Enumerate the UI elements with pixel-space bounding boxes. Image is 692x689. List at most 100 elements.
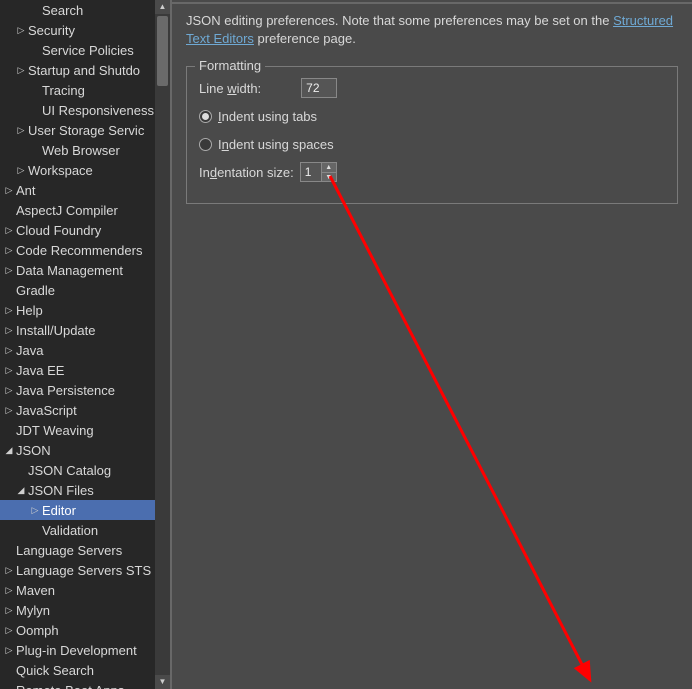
formatting-legend: Formatting <box>195 58 265 73</box>
tree-item-language-servers[interactable]: ▷Language Servers <box>0 540 170 560</box>
expand-right-icon[interactable]: ▷ <box>4 385 14 396</box>
tree-item-label: Install/Update <box>14 323 96 338</box>
expand-right-icon[interactable]: ▷ <box>4 565 14 576</box>
tree-item-label: Quick Search <box>14 663 94 678</box>
tree-item-editor[interactable]: ▷Editor <box>0 500 170 520</box>
tree-item-help[interactable]: ▷Help <box>0 300 170 320</box>
tree-item-label: Ant <box>14 183 36 198</box>
desc-prefix: JSON editing preferences. Note that some… <box>186 13 613 28</box>
tree-item-label: Language Servers STS <box>14 563 151 578</box>
expand-right-icon[interactable]: ▷ <box>4 245 14 256</box>
tree-item-json-files[interactable]: ◢JSON Files <box>0 480 170 500</box>
tree-item-json-catalog[interactable]: ▷JSON Catalog <box>0 460 170 480</box>
tree-item-json[interactable]: ◢JSON <box>0 440 170 460</box>
expand-right-icon[interactable]: ▷ <box>16 165 26 176</box>
tree-item-label: JSON Catalog <box>26 463 111 478</box>
tree-item-mylyn[interactable]: ▷Mylyn <box>0 600 170 620</box>
expand-right-icon[interactable]: ▷ <box>4 185 14 196</box>
expand-right-icon[interactable]: ▷ <box>4 365 14 376</box>
tree-item-install-update[interactable]: ▷Install/Update <box>0 320 170 340</box>
tree-item-jdt-weaving[interactable]: ▷JDT Weaving <box>0 420 170 440</box>
tree-item-label: Search <box>40 3 83 18</box>
spinner-up-button[interactable]: ▲ <box>322 163 336 172</box>
tree-item-label: Java Persistence <box>14 383 115 398</box>
expand-right-icon[interactable]: ▷ <box>4 625 14 636</box>
tree-item-workspace[interactable]: ▷Workspace <box>0 160 170 180</box>
tree-item-data-management[interactable]: ▷Data Management <box>0 260 170 280</box>
formatting-group: Formatting Line width: Indent using tabs… <box>186 66 678 204</box>
tree-item-service-policies[interactable]: ▷Service Policies <box>0 40 170 60</box>
expand-right-icon[interactable]: ▷ <box>4 325 14 336</box>
indent-spaces-radio[interactable] <box>199 138 212 151</box>
tree-item-gradle[interactable]: ▷Gradle <box>0 280 170 300</box>
tree-item-label: Data Management <box>14 263 123 278</box>
tree-item-label: Service Policies <box>40 43 134 58</box>
scrollbar-thumb[interactable] <box>157 16 168 86</box>
tree-item-java-persistence[interactable]: ▷Java Persistence <box>0 380 170 400</box>
tree-item-validation[interactable]: ▷Validation <box>0 520 170 540</box>
tree-item-label: Workspace <box>26 163 93 178</box>
tree-item-label: User Storage Servic <box>26 123 144 138</box>
indent-tabs-label: Indent using tabs <box>218 109 317 124</box>
expand-right-icon[interactable]: ▷ <box>4 405 14 416</box>
line-width-input[interactable] <box>301 78 337 98</box>
tree-item-label: JSON Files <box>26 483 94 498</box>
expand-right-icon[interactable]: ▷ <box>4 345 14 356</box>
expand-right-icon[interactable]: ▷ <box>4 605 14 616</box>
expand-right-icon[interactable]: ▷ <box>4 645 14 656</box>
expand-right-icon[interactable]: ▷ <box>4 305 14 316</box>
tree-item-label: Oomph <box>14 623 59 638</box>
tree-item-label: Web Browser <box>40 143 120 158</box>
tree-item-label: Tracing <box>40 83 85 98</box>
tree-item-label: AspectJ Compiler <box>14 203 118 218</box>
expand-right-icon[interactable]: ▷ <box>16 65 26 76</box>
tree-item-java[interactable]: ▷Java <box>0 340 170 360</box>
indent-tabs-radio[interactable] <box>199 110 212 123</box>
tree-item-label: Editor <box>40 503 76 518</box>
spinner-down-button[interactable]: ▼ <box>322 172 336 181</box>
tree-item-language-servers-sts[interactable]: ▷Language Servers STS <box>0 560 170 580</box>
expand-right-icon[interactable]: ▷ <box>4 225 14 236</box>
tree-item-plug-in-development[interactable]: ▷Plug-in Development <box>0 640 170 660</box>
tree-item-user-storage-servic[interactable]: ▷User Storage Servic <box>0 120 170 140</box>
indentation-size-input[interactable] <box>300 162 322 182</box>
tree-item-quick-search[interactable]: ▷Quick Search <box>0 660 170 680</box>
tree-item-label: JDT Weaving <box>14 423 94 438</box>
tree-item-label: JSON <box>14 443 51 458</box>
tree-item-label: Help <box>14 303 43 318</box>
tree-item-web-browser[interactable]: ▷Web Browser <box>0 140 170 160</box>
tree-item-java-ee[interactable]: ▷Java EE <box>0 360 170 380</box>
tree-item-label: UI Responsiveness <box>40 103 154 118</box>
tree-item-oomph[interactable]: ▷Oomph <box>0 620 170 640</box>
tree-item-code-recommenders[interactable]: ▷Code Recommenders <box>0 240 170 260</box>
tree-item-security[interactable]: ▷Security <box>0 20 170 40</box>
expand-right-icon[interactable]: ▷ <box>4 585 14 596</box>
scroll-up-button[interactable]: ▲ <box>155 0 170 14</box>
description-text: JSON editing preferences. Note that some… <box>186 12 678 48</box>
tree-item-search[interactable]: ▷Search <box>0 0 170 20</box>
tree-item-aspectj-compiler[interactable]: ▷AspectJ Compiler <box>0 200 170 220</box>
tree-item-tracing[interactable]: ▷Tracing <box>0 80 170 100</box>
tree-item-javascript[interactable]: ▷JavaScript <box>0 400 170 420</box>
expand-right-icon[interactable]: ▷ <box>16 125 26 136</box>
tree-item-maven[interactable]: ▷Maven <box>0 580 170 600</box>
sidebar-scrollbar[interactable]: ▲ ▼ <box>155 0 170 689</box>
desc-suffix: preference page. <box>254 31 356 46</box>
expand-down-icon[interactable]: ◢ <box>16 485 26 496</box>
expand-right-icon[interactable]: ▷ <box>16 25 26 36</box>
tree-item-startup-and-shutdo[interactable]: ▷Startup and Shutdo <box>0 60 170 80</box>
tree-item-label: Security <box>26 23 75 38</box>
tree-item-label: Mylyn <box>14 603 50 618</box>
tree-item-ant[interactable]: ▷Ant <box>0 180 170 200</box>
tree-item-label: Validation <box>40 523 98 538</box>
line-width-label: Line width: <box>199 81 261 96</box>
tree-item-cloud-foundry[interactable]: ▷Cloud Foundry <box>0 220 170 240</box>
tree-item-label: Java <box>14 343 43 358</box>
expand-down-icon[interactable]: ◢ <box>4 445 14 456</box>
tree-item-remote-boot-apps[interactable]: ▷Remote Boot Apps <box>0 680 170 689</box>
tree-item-label: Code Recommenders <box>14 243 142 258</box>
expand-right-icon[interactable]: ▷ <box>30 505 40 516</box>
expand-right-icon[interactable]: ▷ <box>4 265 14 276</box>
scroll-down-button[interactable]: ▼ <box>155 675 170 689</box>
tree-item-ui-responsiveness[interactable]: ▷UI Responsiveness <box>0 100 170 120</box>
